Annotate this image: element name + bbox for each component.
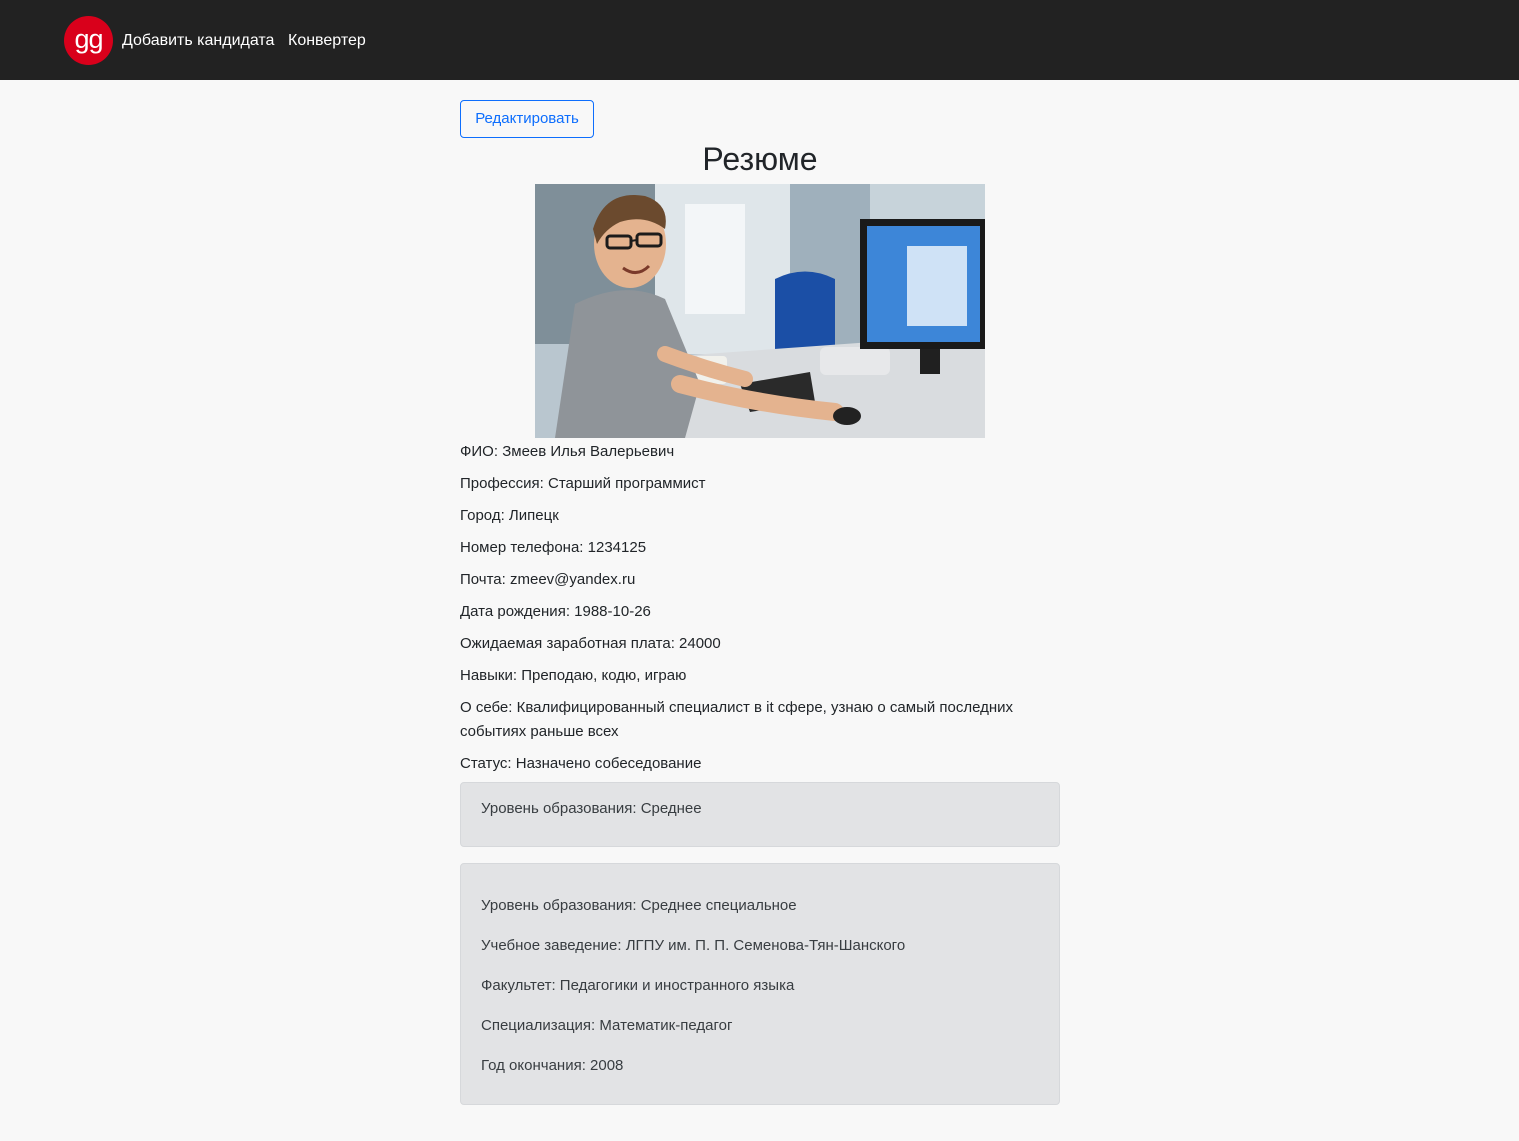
nav-link-converter[interactable]: Конвертер <box>288 31 366 51</box>
education-graduation-year: Год окончания: 2008 <box>481 1057 624 1074</box>
resume-salary: Ожидаемая заработная плата: 24000 <box>460 632 1060 656</box>
education-specialization: Специализация: Математик-педагог <box>481 1017 733 1034</box>
profession-value: Старший программист <box>548 475 706 492</box>
phone-value: 1234125 <box>587 539 647 556</box>
edit-button[interactable]: Редактировать <box>460 100 594 138</box>
nav-link-add-candidate[interactable]: Добавить кандидата <box>122 31 274 51</box>
profession-label: Профессия: <box>460 475 544 492</box>
skills-value: Преподаю, кодю, играю <box>521 667 687 684</box>
fio-value: Змеев Илья Валерьевич <box>502 443 675 460</box>
city-label: Город: <box>460 507 505 524</box>
resume-skills: Навыки: Преподаю, кодю, играю <box>460 664 1060 688</box>
salary-value: 24000 <box>679 635 721 652</box>
salary-label: Ожидаемая заработная плата: <box>460 635 675 652</box>
education-card: Уровень образования: Среднее специальное… <box>460 863 1060 1105</box>
status-value: Назначено собеседование <box>515 755 702 772</box>
birth-date-label: Дата рождения: <box>460 603 570 620</box>
email-label: Почта: <box>460 571 506 588</box>
education-faculty: Факультет: Педагогики и иностранного язы… <box>481 977 795 994</box>
phone-label: Номер телефона: <box>460 539 584 556</box>
resume-email: Почта: zmeev@yandex.ru <box>460 568 1060 592</box>
top-navbar: gg Добавить кандидата Конвертер <box>0 0 1519 80</box>
education-institution: Учебное заведение: ЛГПУ им. П. П. Семено… <box>481 937 906 954</box>
resume-city: Город: Липецк <box>460 504 1060 528</box>
resume-birth-date: Дата рождения: 1988-10-26 <box>460 600 1060 624</box>
about-value: Квалифицированный специалист в it сфере,… <box>460 699 1014 740</box>
resume-profession: Профессия: Старший программист <box>460 472 1060 496</box>
birth-date-value: 1988-10-26 <box>574 603 651 620</box>
fio-label: ФИО: <box>460 443 499 460</box>
brand-logo[interactable]: gg <box>64 16 113 65</box>
education-card: Уровень образования: Среднее <box>460 782 1060 847</box>
education-level: Уровень образования: Среднее <box>481 800 702 817</box>
email-value: zmeev@yandex.ru <box>510 571 636 588</box>
city-value: Липецк <box>508 507 559 524</box>
resume-status: Статус: Назначено собеседование <box>460 752 1060 776</box>
about-label: О себе: <box>460 699 513 716</box>
skills-label: Навыки: <box>460 667 518 684</box>
page-title: Резюме <box>702 141 818 177</box>
resume-phone: Номер телефона: 1234125 <box>460 536 1060 560</box>
education-level: Уровень образования: Среднее специальное <box>481 897 797 914</box>
candidate-photo <box>535 184 985 438</box>
resume-about: О себе: Квалифицированный специалист в i… <box>460 696 1060 744</box>
status-label: Статус: <box>460 755 512 772</box>
resume-fio: ФИО: Змеев Илья Валерьевич <box>460 440 1060 464</box>
